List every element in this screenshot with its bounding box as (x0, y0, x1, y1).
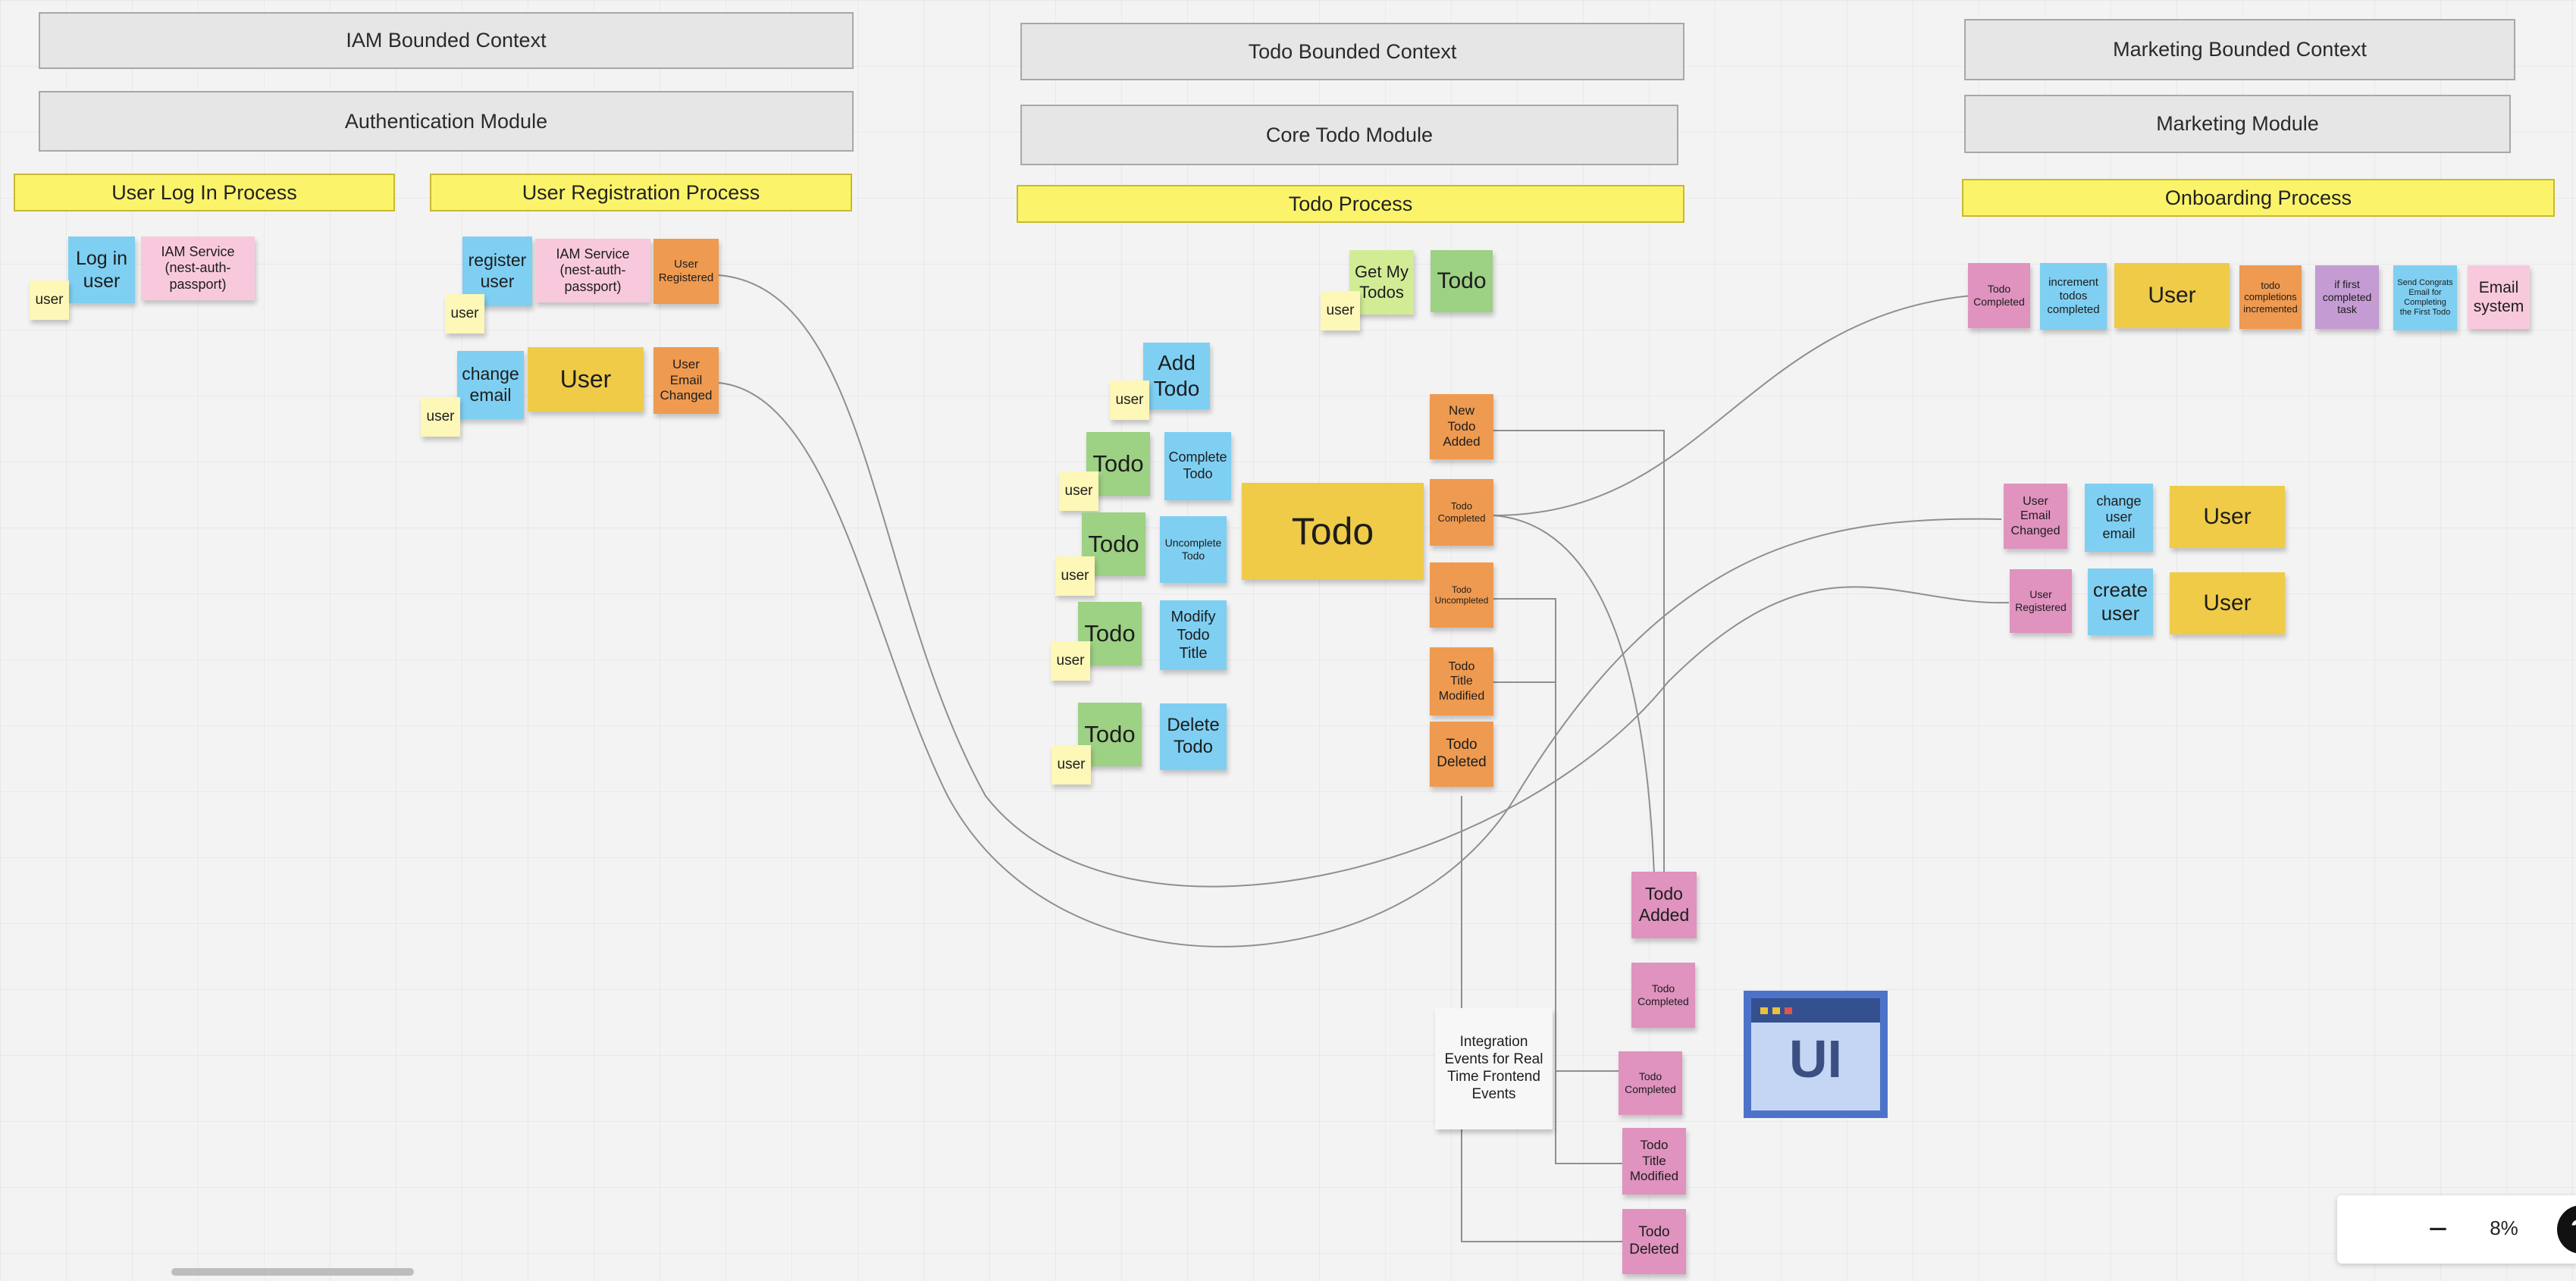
sticky-actor-user[interactable]: user (1055, 556, 1095, 596)
sticky-command-create-user[interactable]: create user (2088, 568, 2153, 635)
frame-marketing-bounded-context[interactable]: Marketing Bounded Context (1964, 19, 2515, 80)
connector-todo-completed-to-frontend (1493, 515, 1655, 876)
connector-user-registered-to-marketing (718, 274, 2010, 888)
sticky-actor-user[interactable]: user (1059, 471, 1098, 511)
sticky-external-system-iam-service[interactable]: IAM Service (nest-auth- passport) (141, 236, 255, 300)
zoom-controls: − 8% + (2337, 1195, 2576, 1264)
frame-todo-bounded-context[interactable]: Todo Bounded Context (1020, 23, 1684, 80)
process-label: Onboarding Process (2164, 186, 2352, 209)
sticky-command-change-email[interactable]: change email (457, 351, 524, 419)
sticky-command-log-in-user[interactable]: Log in user (68, 236, 135, 303)
sticky-event-todo-completed[interactable]: Todo Completed (1430, 479, 1493, 546)
zoom-out-button[interactable]: − (2418, 1209, 2458, 1250)
frame-marketing-module[interactable]: Marketing Module (1964, 95, 2511, 153)
sticky-aggregate-user[interactable]: User (2170, 486, 2285, 548)
horizontal-scrollbar[interactable] (171, 1268, 414, 1276)
sticky-event-new-todo-added[interactable]: New Todo Added (1430, 394, 1493, 459)
sticky-read-model-todo[interactable]: Todo (1431, 250, 1493, 312)
process-label: User Log In Process (111, 180, 297, 204)
sticky-integration-event-todo-completed[interactable]: Todo Completed (1631, 963, 1695, 1028)
process-label: Todo Process (1288, 192, 1413, 215)
sticky-command-send-congrats-email[interactable]: Send Congrats Email for Completing the F… (2393, 265, 2457, 330)
window-dot-icon (1772, 1007, 1780, 1014)
whiteboard-canvas[interactable]: IAM Bounded Context Authentication Modul… (0, 0, 2576, 1281)
sticky-actor-user[interactable]: user (30, 280, 69, 320)
sticky-command-change-user-email[interactable]: change user email (2085, 484, 2153, 552)
sticky-actor-user[interactable]: user (1051, 641, 1090, 681)
connector-new-todo-to-frontend (1493, 430, 1665, 872)
frame-label: Marketing Bounded Context (2113, 38, 2367, 61)
sticky-actor-user[interactable]: user (1321, 291, 1360, 330)
sticky-event-todo-deleted[interactable]: Todo Deleted (1430, 722, 1493, 787)
sticky-command-modify-todo-title[interactable]: Modify Todo Title (1160, 600, 1227, 670)
ui-wireframe-icon[interactable]: UI (1744, 991, 1888, 1118)
frame-authentication-module[interactable]: Authentication Module (39, 91, 854, 152)
sticky-integration-event-todo-completed[interactable]: Todo Completed (1619, 1051, 1682, 1115)
process-user-registration[interactable]: User Registration Process (430, 174, 852, 211)
window-dot-icon (1760, 1007, 1768, 1014)
connector-email-changed-to-marketing (718, 382, 2002, 947)
sticky-integration-event-user-registered[interactable]: User Registered (2010, 569, 2072, 633)
sticky-event-todo-uncompleted[interactable]: Todo Uncompleted (1430, 562, 1493, 628)
zoom-level: 8% (2490, 1217, 2518, 1239)
sticky-command-delete-todo[interactable]: Delete Todo (1160, 703, 1227, 770)
frame-label: Marketing Module (2156, 112, 2319, 135)
ui-label: UI (1789, 1029, 1842, 1088)
sticky-event-todo-title-modified[interactable]: Todo Title Modified (1430, 647, 1493, 716)
frame-label: Todo Bounded Context (1248, 39, 1457, 63)
sticky-aggregate-user[interactable]: User (2170, 572, 2285, 634)
sticky-event-user-registered[interactable]: User Registered (653, 239, 719, 304)
sticky-actor-user[interactable]: user (1110, 381, 1149, 420)
sticky-command-increment-todos-completed[interactable]: increment todos completed (2040, 263, 2107, 330)
process-todo[interactable]: Todo Process (1017, 185, 1684, 223)
sticky-command-complete-todo[interactable]: Complete Todo (1164, 432, 1231, 500)
process-user-log-in[interactable]: User Log In Process (14, 174, 395, 211)
frame-iam-bounded-context[interactable]: IAM Bounded Context (39, 12, 854, 69)
sticky-event-todo-completions-incremented[interactable]: todo completions incremented (2239, 265, 2302, 329)
sticky-aggregate-user[interactable]: User (2114, 263, 2230, 328)
sticky-command-uncomplete-todo[interactable]: Uncomplete Todo (1160, 516, 1227, 583)
sticky-integration-event-user-email-changed[interactable]: User Email Changed (2004, 484, 2067, 549)
frame-label: IAM Bounded Context (346, 29, 547, 52)
sticky-command-add-todo[interactable]: Add Todo (1143, 343, 1210, 409)
process-label: User Registration Process (522, 180, 760, 204)
sticky-actor-user[interactable]: user (445, 294, 484, 334)
sticky-actor-user[interactable]: user (421, 397, 460, 437)
frame-label: Authentication Module (344, 109, 548, 133)
frame-core-todo-module[interactable]: Core Todo Module (1020, 105, 1678, 165)
sticky-external-system-iam-service[interactable]: IAM Service (nest-auth- passport) (535, 239, 650, 302)
sticky-actor-user[interactable]: user (1051, 745, 1091, 785)
sticky-integration-event-todo-completed[interactable]: Todo Completed (1968, 263, 2030, 328)
sticky-aggregate-user[interactable]: User (528, 347, 644, 412)
connector-todo-completed-to-marketing (1493, 295, 1972, 516)
sticky-note-integration-events-frontend[interactable]: Integration Events for Real Time Fronten… (1435, 1008, 1553, 1129)
sticky-integration-event-todo-title-modified[interactable]: Todo Title Modified (1622, 1128, 1686, 1195)
sticky-policy-if-first-completed[interactable]: if first completed task (2315, 265, 2379, 329)
window-dot-icon (1785, 1007, 1792, 1014)
sticky-aggregate-todo[interactable]: Todo (1242, 483, 1424, 580)
connector-todo-uncompleted-to-frontend (1493, 598, 1619, 1072)
sticky-event-user-email-changed[interactable]: User Email Changed (653, 347, 719, 414)
sticky-integration-event-todo-added[interactable]: Todo Added (1631, 872, 1697, 938)
sticky-integration-event-todo-deleted[interactable]: Todo Deleted (1622, 1209, 1686, 1274)
window-titlebar (1751, 998, 1880, 1023)
sticky-external-system-email[interactable]: Email system (2468, 265, 2530, 329)
process-onboarding[interactable]: Onboarding Process (1962, 179, 2555, 217)
frame-label: Core Todo Module (1265, 123, 1434, 146)
